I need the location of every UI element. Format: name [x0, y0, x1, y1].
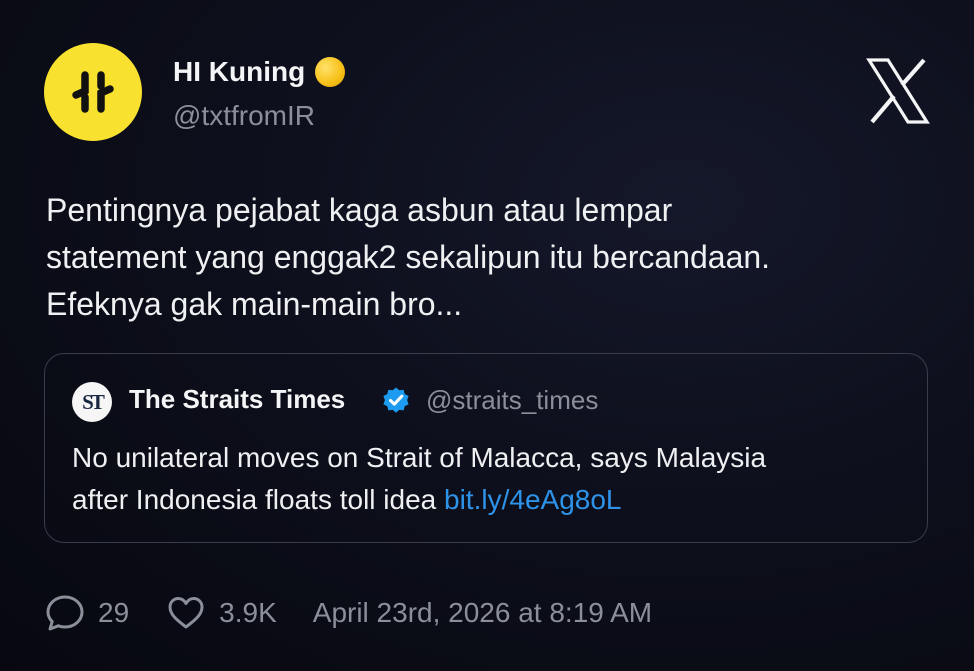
tweet-line: statement yang enggak2 sekalipun itu ber… — [46, 239, 771, 275]
x-logo-icon[interactable] — [866, 58, 930, 124]
quoted-tweet[interactable]: ST The Straits Times @straits_times No u… — [44, 353, 928, 543]
reply-bubble-icon[interactable] — [44, 592, 86, 634]
quoted-link[interactable]: bit.ly/4eAg8oL — [444, 484, 621, 515]
quoted-tweet-body: No unilateral moves on Strait of Malacca… — [72, 437, 912, 521]
quoted-author-handle[interactable]: @straits_times — [426, 385, 598, 416]
tweet-timestamp[interactable]: April 23rd, 2026 at 8:19 AM — [313, 597, 652, 629]
reply-count: 29 — [98, 597, 130, 628]
quoted-author-avatar[interactable]: ST — [72, 382, 112, 422]
author-logo-icon — [72, 71, 114, 113]
quoted-line: No unilateral moves on Strait of Malacca… — [72, 442, 767, 473]
heart-icon[interactable] — [165, 592, 207, 634]
quoted-author-name[interactable]: The Straits Times — [129, 384, 345, 415]
author-display-name[interactable]: HI Kuning — [173, 56, 305, 88]
yellow-circle-emoji-icon — [315, 57, 346, 87]
quoted-line-text: after Indonesia floats toll idea — [72, 484, 445, 515]
quoted-avatar-text: ST — [82, 389, 105, 414]
tweet-line: Pentingnya pejabat kaga asbun atau lempa… — [46, 192, 673, 228]
tweet-card: HI Kuning @txtfromIR Pentingnya pejabat … — [0, 0, 974, 671]
tweet-footer: 29 3.9K April 23rd, 2026 at 8:19 AM — [44, 592, 652, 634]
quoted-line: after Indonesia floats toll idea bit.ly/… — [72, 479, 912, 521]
author-avatar[interactable] — [44, 43, 142, 141]
like-count: 3.9K — [219, 597, 277, 628]
author-handle[interactable]: @txtfromIR — [173, 100, 315, 132]
author-name-row[interactable]: HI Kuning — [173, 56, 346, 88]
tweet-line: Efeknya gak main-main bro... — [46, 286, 463, 322]
tweet-body: Pentingnya pejabat kaga asbun atau lempa… — [46, 187, 926, 328]
verified-badge-icon — [383, 387, 409, 413]
